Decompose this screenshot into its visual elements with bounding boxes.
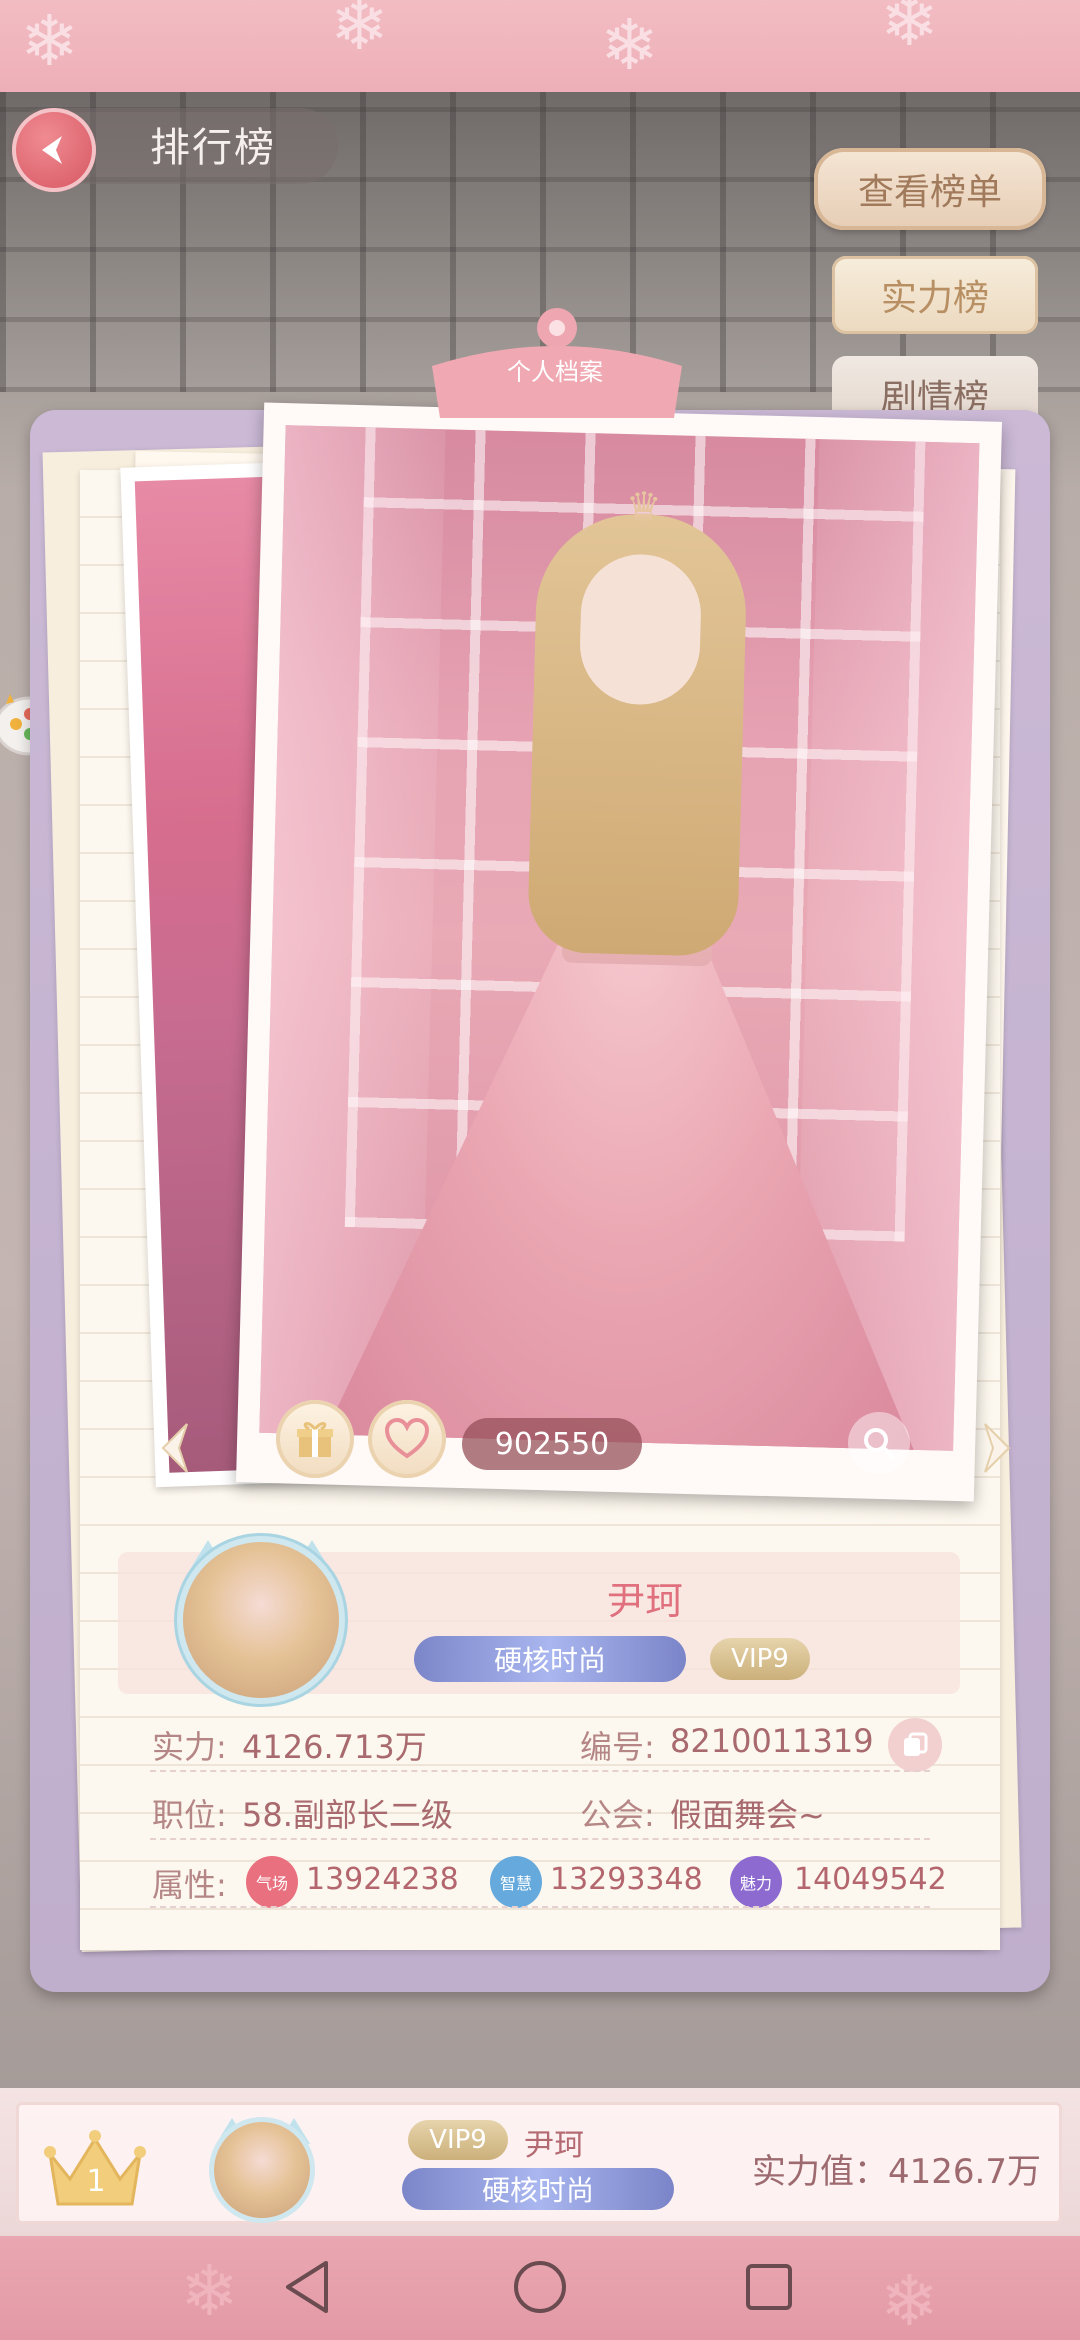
divider [150,1770,930,1772]
tab-strength-list[interactable]: 实力榜 [832,256,1038,334]
back-button[interactable] [12,108,96,192]
outfit-image: ♛ [259,425,980,1451]
guild-value: 假面舞会~ [670,1796,825,1834]
chevron-left-icon [161,1423,188,1473]
nav-home-button[interactable] [505,2252,575,2322]
page-title: 排行榜 [150,125,276,171]
my-strength-value: 实力值：4126.7万 [752,2152,1041,2192]
like-button[interactable] [368,1400,446,1478]
my-vip-badge: VIP9 [408,2120,508,2160]
snowflake-icon: ❄ [600,4,659,86]
snowflake-icon: ❄ [880,2260,939,2340]
avatar[interactable] [183,1542,339,1698]
id-label: 编号: [580,1728,655,1766]
copy-icon [904,1732,928,1756]
strength-label: 实力: [152,1728,227,1766]
divider [150,1838,930,1840]
snowflake-icon: ❄ [20,0,79,82]
wisdom-value: 13293348 [550,1862,703,1897]
vip-badge: VIP9 [710,1638,810,1680]
player-name: 尹珂 [606,1579,683,1623]
my-name: 尹珂 [524,2128,584,2163]
divider [150,1906,930,1908]
strength-value: 4126.713万 [242,1728,427,1766]
position-value: 58.副部长二级 [242,1796,453,1834]
square-recents-icon [746,2264,792,2310]
gift-button[interactable] [276,1400,354,1478]
search-icon [864,1428,895,1459]
position-label: 职位: [152,1796,227,1834]
my-avatar [214,2122,310,2218]
clip-label: 个人档案 [507,358,603,386]
aura-value: 13924238 [306,1862,459,1897]
heart-icon [384,1418,430,1459]
prev-photo-button[interactable] [150,1408,200,1488]
triangle-back-icon [286,2261,328,2313]
next-photo-button[interactable] [972,1408,1022,1488]
back-arrow-icon [42,136,62,164]
guild-label: 公会: [580,1796,655,1834]
copy-id-button[interactable] [888,1718,942,1772]
rank-number: 1 [86,2164,106,2199]
view-list-button[interactable]: 查看榜单 [814,148,1046,230]
snowflake-icon: ❄ [180,2250,239,2332]
id-value: 8210011319 [670,1722,874,1760]
snowflake-icon: ❄ [330,0,389,66]
gift-icon [297,1422,333,1457]
nav-back-button[interactable] [272,2252,342,2322]
top-decor-band: ❄ ❄ ❄ ❄ [0,0,1080,92]
charm-icon: 魅力 [730,1856,782,1908]
title-badge: 硬核时尚 [414,1636,686,1682]
snowflake-icon: ❄ [880,0,939,62]
wisdom-icon: 智慧 [490,1856,542,1908]
aura-icon: 气场 [246,1856,298,1908]
attribute-label: 属性: [152,1866,227,1904]
like-count: 902550 [462,1418,642,1470]
charm-value: 14049542 [794,1862,947,1897]
zoom-button[interactable] [848,1412,910,1474]
my-title-badge: 硬核时尚 [402,2168,674,2210]
outfit-photo: ♛ [235,402,1003,1502]
chevron-right-icon [984,1423,1011,1473]
nav-recents-button[interactable] [734,2252,804,2322]
circle-home-icon [514,2261,566,2313]
